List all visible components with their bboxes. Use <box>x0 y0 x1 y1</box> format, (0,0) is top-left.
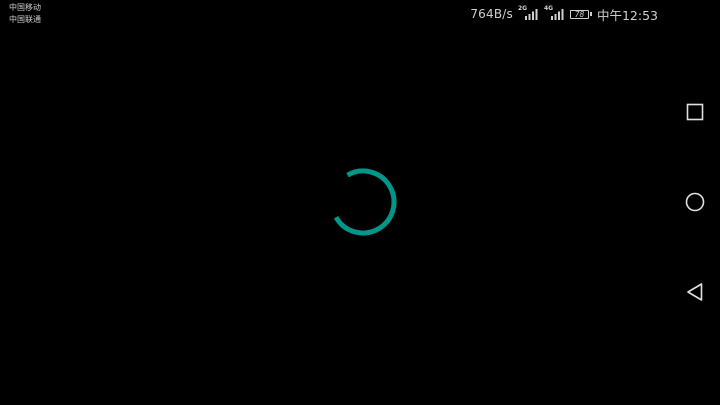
battery-body: 78 <box>569 9 589 19</box>
circle-icon <box>685 192 705 212</box>
status-bar: 中国移动 中国联通 764B/s 2G 4G 78 中午12:53 <box>0 0 670 30</box>
status-indicators: 764B/s 2G 4G 78 中午12:53 <box>470 5 658 23</box>
clock-time: 中午12:53 <box>596 7 658 23</box>
battery-icon: 78 <box>569 9 592 19</box>
triangle-back-icon <box>687 283 703 301</box>
signal-1: 2G <box>517 5 539 20</box>
square-icon <box>686 103 704 121</box>
back-button[interactable] <box>682 279 708 305</box>
carrier-labels: 中国移动 中国联通 <box>9 2 41 26</box>
carrier-2-label: 中国联通 <box>9 15 41 24</box>
signal-2-tag: 4G <box>543 5 554 12</box>
navigation-bar <box>670 0 720 405</box>
battery-level: 78 <box>574 9 585 19</box>
app-screen: 中国移动 中国联通 764B/s 2G 4G 78 中午12:53 <box>0 0 720 405</box>
signal-2: 4G <box>543 5 565 20</box>
signal-1-tag: 2G <box>517 5 528 12</box>
home-button[interactable] <box>682 189 708 215</box>
recents-button[interactable] <box>682 99 708 125</box>
battery-tip <box>589 12 592 16</box>
network-speed: 764B/s <box>470 7 513 21</box>
carrier-1-label: 中国移动 <box>9 3 41 12</box>
loading-spinner <box>329 168 397 236</box>
spinner-arc <box>329 168 397 236</box>
